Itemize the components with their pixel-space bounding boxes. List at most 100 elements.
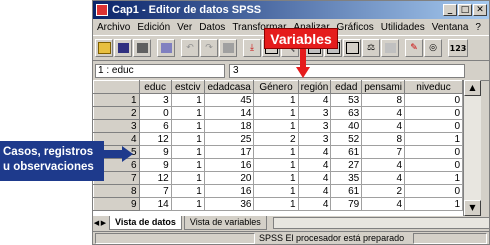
- cell-region[interactable]: 4: [297, 171, 332, 185]
- cell-edad[interactable]: 27: [330, 158, 363, 172]
- menu-archivo[interactable]: Archivo: [97, 22, 130, 33]
- cell-estciv[interactable]: 1: [170, 119, 205, 133]
- cell-estciv[interactable]: 1: [170, 171, 205, 185]
- cell-niveduc[interactable]: 0: [404, 106, 463, 120]
- cell-region[interactable]: 4: [297, 158, 332, 172]
- column-header-genero[interactable]: Género: [253, 80, 299, 94]
- cell-region[interactable]: 4: [297, 93, 332, 107]
- save-icon[interactable]: [114, 39, 132, 57]
- menu-ayuda[interactable]: ?: [475, 22, 481, 33]
- cell-edad[interactable]: 35: [330, 171, 363, 185]
- close-button[interactable]: ✕: [473, 4, 487, 16]
- cell-region[interactable]: 4: [297, 184, 332, 198]
- tab-data-view[interactable]: Vista de datos: [109, 216, 182, 230]
- cell-genero[interactable]: 1: [253, 106, 299, 120]
- cell-genero[interactable]: 1: [253, 158, 299, 172]
- cell-edadcasa[interactable]: 18: [203, 119, 255, 133]
- cell-edad[interactable]: 52: [330, 132, 363, 146]
- cell-value-input[interactable]: 3: [229, 63, 465, 78]
- undo-icon[interactable]: ↶: [181, 39, 199, 57]
- minimize-button[interactable]: _: [443, 4, 457, 16]
- menu-datos[interactable]: Datos: [199, 22, 225, 33]
- cell-genero[interactable]: 1: [253, 93, 299, 107]
- cell-pensami[interactable]: 4: [361, 119, 405, 133]
- goto-case-icon[interactable]: ⤓: [243, 39, 261, 57]
- row-number[interactable]: 1: [93, 93, 140, 107]
- cell-genero[interactable]: 1: [253, 171, 299, 185]
- column-header-edadcasa[interactable]: edadcasa: [203, 80, 255, 94]
- cell-niveduc[interactable]: 0: [404, 119, 463, 133]
- scroll-up-icon[interactable]: ▲: [464, 80, 481, 96]
- cell-edad[interactable]: 40: [330, 119, 363, 133]
- cell-edadcasa[interactable]: 16: [203, 158, 255, 172]
- menu-edicion[interactable]: Edición: [137, 22, 170, 33]
- cell-pensami[interactable]: 7: [361, 145, 405, 159]
- use-sets-icon[interactable]: ◎: [424, 39, 442, 57]
- horizontal-scrollbar[interactable]: [272, 217, 489, 229]
- cell-niveduc[interactable]: 1: [404, 197, 463, 211]
- cell-genero[interactable]: 2: [253, 132, 299, 146]
- cell-educ[interactable]: 0: [138, 106, 172, 120]
- cell-region[interactable]: 3: [297, 106, 332, 120]
- cell-estciv[interactable]: 1: [170, 106, 205, 120]
- split-file-icon[interactable]: [343, 39, 361, 57]
- cell-educ[interactable]: 7: [138, 184, 172, 198]
- row-number[interactable]: 9: [93, 197, 140, 211]
- cell-niveduc[interactable]: 1: [404, 132, 463, 146]
- column-header-estciv[interactable]: estciv: [170, 80, 205, 94]
- cell-edadcasa[interactable]: 45: [203, 93, 255, 107]
- cell-estciv[interactable]: 1: [170, 184, 205, 198]
- row-number[interactable]: 8: [93, 184, 140, 198]
- cell-niveduc[interactable]: 0: [404, 158, 463, 172]
- cell-pensami[interactable]: 4: [361, 158, 405, 172]
- cell-niveduc[interactable]: 1: [404, 171, 463, 185]
- print-icon[interactable]: [133, 39, 151, 57]
- cell-educ[interactable]: 9: [138, 145, 172, 159]
- open-icon[interactable]: [95, 39, 113, 57]
- menu-ventana[interactable]: Ventana: [432, 22, 469, 33]
- cell-pensami[interactable]: 4: [361, 106, 405, 120]
- maximize-button[interactable]: □: [458, 4, 472, 16]
- cell-edadcasa[interactable]: 16: [203, 184, 255, 198]
- column-header-educ[interactable]: educ: [138, 80, 172, 94]
- show-values-icon[interactable]: 123: [448, 39, 468, 57]
- tab-variable-view[interactable]: Vista de variables: [183, 216, 267, 230]
- tab-prev-icon[interactable]: ◀: [93, 218, 100, 229]
- cell-educ[interactable]: 3: [138, 93, 172, 107]
- cell-edad[interactable]: 61: [330, 145, 363, 159]
- cell-edad[interactable]: 61: [330, 184, 363, 198]
- cell-genero[interactable]: 1: [253, 184, 299, 198]
- column-header-niveduc[interactable]: niveduc: [404, 80, 463, 94]
- value-labels-icon[interactable]: ✎: [405, 39, 423, 57]
- cell-region[interactable]: 3: [297, 132, 332, 146]
- cell-edadcasa[interactable]: 36: [203, 197, 255, 211]
- cell-edadcasa[interactable]: 17: [203, 145, 255, 159]
- scroll-down-icon[interactable]: ▼: [464, 200, 481, 216]
- cell-estciv[interactable]: 1: [170, 93, 205, 107]
- cell-niveduc[interactable]: 0: [404, 145, 463, 159]
- cell-estciv[interactable]: 1: [170, 132, 205, 146]
- cell-genero[interactable]: 1: [253, 145, 299, 159]
- row-number[interactable]: 3: [93, 119, 140, 133]
- cell-estciv[interactable]: 1: [170, 197, 205, 211]
- cell-educ[interactable]: 6: [138, 119, 172, 133]
- cell-genero[interactable]: 1: [253, 197, 299, 211]
- vertical-scrollbar[interactable]: ▲ ▼: [463, 80, 481, 216]
- cell-pensami[interactable]: 8: [361, 132, 405, 146]
- cell-region[interactable]: 4: [297, 197, 332, 211]
- menu-utilidades[interactable]: Utilidades: [381, 22, 425, 33]
- tab-next-icon[interactable]: ▶: [100, 218, 107, 229]
- goto-chart-icon[interactable]: [219, 39, 237, 57]
- cell-educ[interactable]: 12: [138, 171, 172, 185]
- cell-educ[interactable]: 12: [138, 132, 172, 146]
- cell-pensami[interactable]: 8: [361, 93, 405, 107]
- cell-estciv[interactable]: 1: [170, 145, 205, 159]
- cell-genero[interactable]: 1: [253, 119, 299, 133]
- cell-niveduc[interactable]: 0: [404, 93, 463, 107]
- row-number[interactable]: 2: [93, 106, 140, 120]
- column-header-edad[interactable]: edad: [330, 80, 363, 94]
- select-cases-icon[interactable]: [381, 39, 399, 57]
- weight-cases-icon[interactable]: ⚖: [362, 39, 380, 57]
- cell-edadcasa[interactable]: 25: [203, 132, 255, 146]
- menu-graficos[interactable]: Gráficos: [337, 22, 374, 33]
